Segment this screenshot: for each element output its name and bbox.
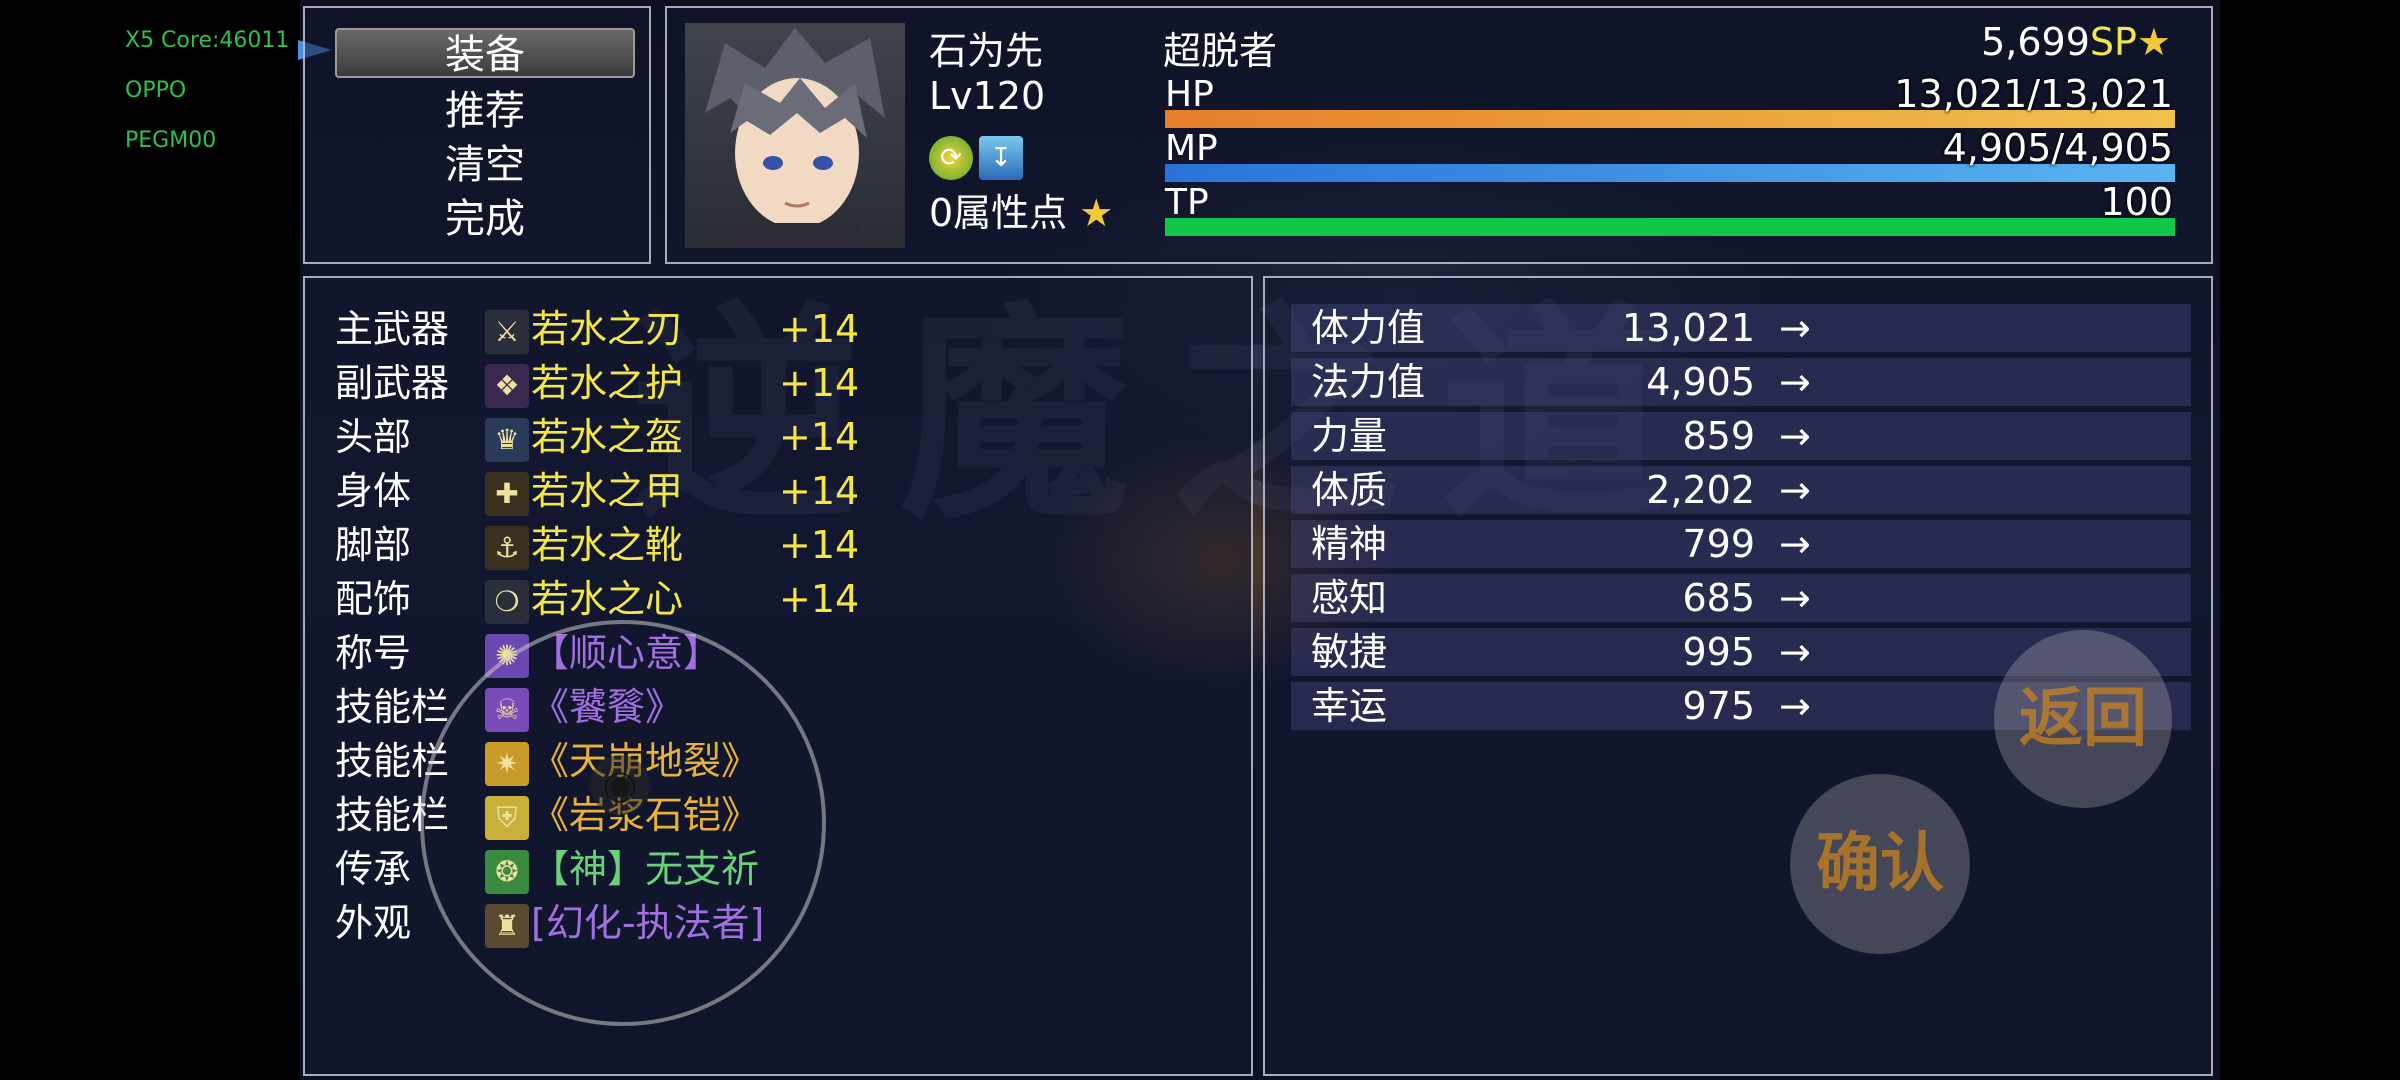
actor-level: Lv120 (929, 74, 1046, 118)
equipment-slot-label: 副武器 (335, 361, 450, 405)
actor-name: 石为先 (929, 29, 1044, 73)
stat-value: 995 (1682, 630, 1755, 674)
equipment-slot-label: 称号 (335, 631, 412, 675)
state-icons: ⟳ ↧ (929, 136, 1029, 180)
equipment-item-name: 若水之护 (531, 361, 684, 405)
stat-label: 体质 (1311, 468, 1388, 512)
stat-label: 幸运 (1311, 684, 1388, 728)
tp-value: 100 (2100, 180, 2173, 224)
debug-brand: OPPO (125, 78, 187, 103)
equipment-enhance-level: +14 (779, 361, 860, 405)
equipment-item-name: 若水之甲 (531, 469, 684, 513)
stat-row: 感知 685 → (1291, 572, 2191, 624)
equipment-item-name: 若水之盔 (531, 415, 684, 459)
stat-value: 859 (1682, 414, 1755, 458)
command-window: 装备 推荐 清空 完成 (303, 6, 651, 264)
actor-class: 超脱者 (1163, 29, 1278, 73)
shield-wing-icon: ❖ (485, 364, 529, 408)
sp-value: 5,699 (1981, 20, 2090, 64)
debug-model: PEGM00 (125, 128, 217, 153)
stat-arrow-icon: → (1779, 630, 1811, 674)
debug-core: X5 Core:46011 (125, 28, 290, 53)
equipment-item-name: 若水之心 (531, 577, 684, 621)
equipment-item-name: 若水之靴 (531, 523, 684, 567)
equipment-enhance-level: +14 (779, 307, 860, 351)
stat-arrow-icon: → (1779, 522, 1811, 566)
stat-label: 法力值 (1311, 360, 1426, 404)
equipment-slot-label: 配饰 (335, 577, 412, 621)
stat-label: 敏捷 (1311, 630, 1388, 674)
stat-row: 精神 799 → (1291, 518, 2191, 570)
confirm-button[interactable]: 确认 (1790, 774, 1970, 954)
back-button[interactable]: 返回 (1994, 630, 2172, 808)
hp-label: HP (1165, 74, 1214, 115)
stat-row: 力量 859 → (1291, 410, 2191, 462)
stat-value: 799 (1682, 522, 1755, 566)
portrait-art (705, 28, 885, 248)
tp-gauge (1165, 218, 2175, 236)
tp-label: TP (1165, 182, 1209, 223)
mp-value: 4,905/4,905 (1942, 126, 2173, 170)
equipment-enhance-level: +14 (779, 523, 860, 567)
boots-icon: ⚓ (485, 526, 529, 570)
stat-row: 体质 2,202 → (1291, 464, 2191, 516)
stat-value: 13,021 (1622, 306, 1755, 350)
star-icon: ★ (1079, 191, 1114, 235)
stat-label: 力量 (1311, 414, 1388, 458)
sword-icon: ⚔ (485, 310, 529, 354)
command-equip[interactable]: 装备 (335, 28, 635, 78)
stat-label: 体力值 (1311, 306, 1426, 350)
equipment-window: 主武器 ⚔ 若水之刃 +14 副武器 ❖ 若水之护 +14 头部 ♛ 若水之盔 +14 身体 ✚ 若水之甲 +… (303, 276, 1253, 1076)
equipment-slot-label: 头部 (335, 415, 412, 459)
virtual-joystick[interactable] (420, 620, 826, 1026)
armor-icon: ✚ (485, 472, 529, 516)
stat-label: 感知 (1311, 576, 1388, 620)
equipment-item-name: 若水之刃 (531, 307, 684, 351)
stat-arrow-icon: → (1779, 468, 1811, 512)
water-drop-icon: ↧ (979, 136, 1023, 180)
necklace-icon: ❍ (485, 580, 529, 624)
stat-value: 4,905 (1646, 360, 1755, 404)
actor-portrait (685, 23, 905, 248)
command-clear[interactable]: 清空 (335, 140, 635, 190)
sp-star-icon: ★ (2136, 20, 2171, 64)
status-window: 石为先 Lv120 ⟳ ↧ 0属性点 ★ 超脱者 5,699SP★ HP 13,… (665, 6, 2213, 264)
stat-label: 精神 (1311, 522, 1388, 566)
equipment-slot-label: 主武器 (335, 307, 450, 351)
equipment-enhance-level: +14 (779, 469, 860, 513)
command-recommend[interactable]: 推荐 (335, 86, 635, 136)
tp-gauge-fill (1165, 218, 2175, 236)
stat-value: 975 (1682, 684, 1755, 728)
stat-value: 2,202 (1646, 468, 1755, 512)
mp-label: MP (1165, 128, 1218, 169)
joystick-knob-icon[interactable]: ◉ (590, 755, 650, 815)
stat-arrow-icon: → (1779, 576, 1811, 620)
equipment-slot-label: 脚部 (335, 523, 412, 567)
equipment-enhance-level: +14 (779, 577, 860, 621)
stat-row: 体力值 13,021 → (1291, 302, 2191, 354)
hp-value: 13,021/13,021 (1894, 72, 2173, 116)
sp-unit: SP (2089, 20, 2137, 64)
equipment-enhance-level: +14 (779, 415, 860, 459)
stat-arrow-icon: → (1779, 306, 1811, 350)
stat-value: 685 (1682, 576, 1755, 620)
stat-arrow-icon: → (1779, 360, 1811, 404)
stat-row: 法力值 4,905 → (1291, 356, 2191, 408)
stat-arrow-icon: → (1779, 414, 1811, 458)
attribute-points: 0属性点 (929, 191, 1068, 235)
stat-arrow-icon: → (1779, 684, 1811, 728)
helmet-icon: ♛ (485, 418, 529, 462)
buff-spiral-icon: ⟳ (929, 136, 973, 180)
command-done[interactable]: 完成 (335, 194, 635, 244)
equipment-slot-label: 身体 (335, 469, 412, 513)
